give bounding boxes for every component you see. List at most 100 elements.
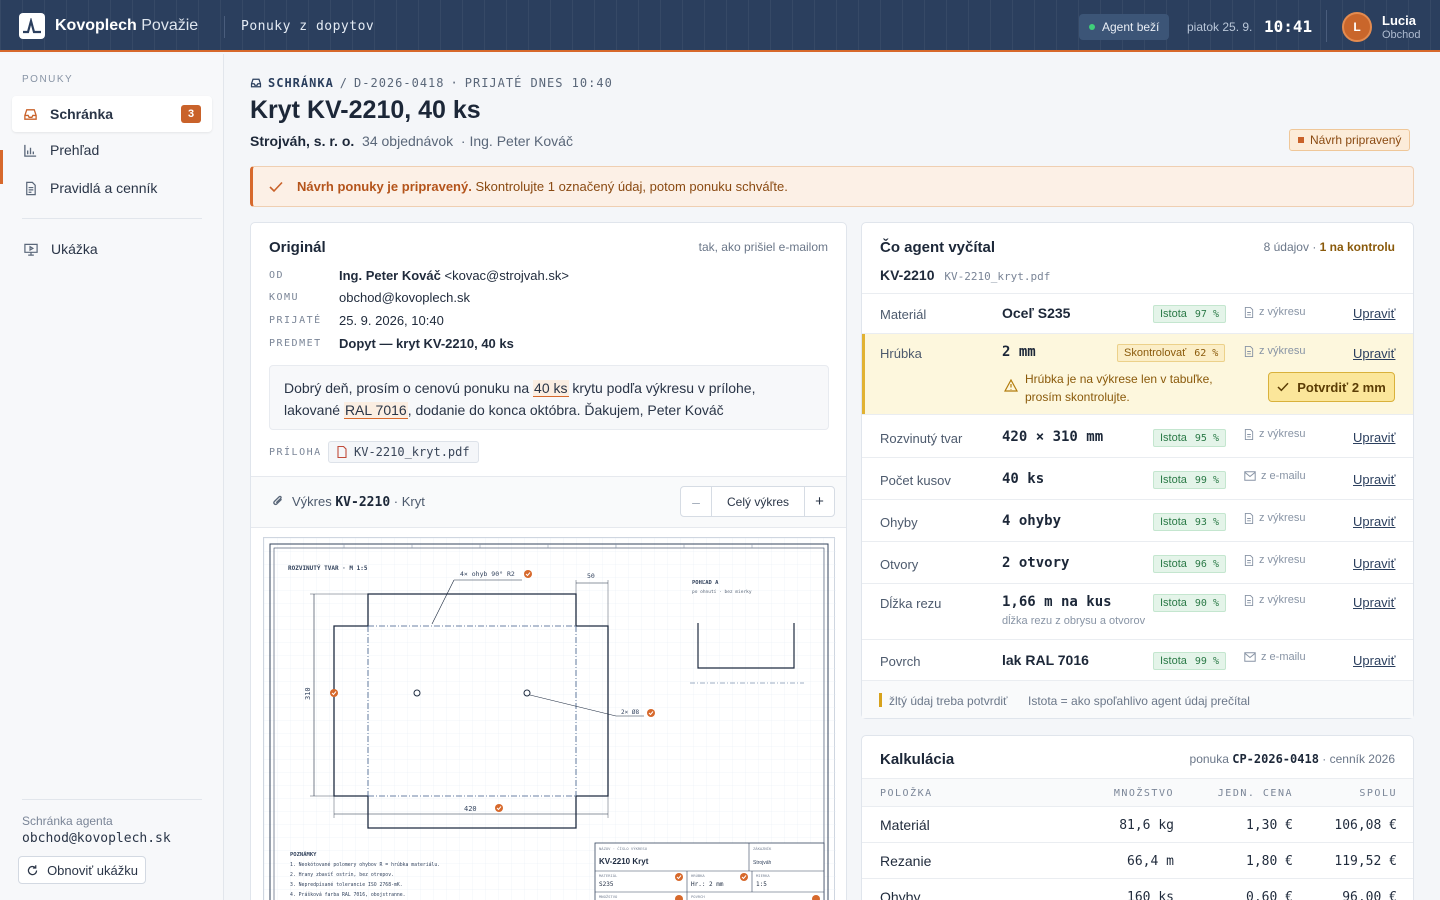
- dimension-flange: 50: [587, 572, 595, 580]
- highlight-quantity[interactable]: 40 ks: [533, 380, 569, 397]
- document-icon: [1244, 554, 1254, 566]
- field-row-bends: Ohyby 4 ohyby Istota 93 % z výkresu Uprav…: [862, 501, 1413, 541]
- warning-icon: [1004, 379, 1018, 392]
- breadcrumb-id: D-2026-0418: [354, 76, 445, 90]
- field-name: Materiál: [880, 307, 927, 322]
- bar-chart-icon: [24, 144, 37, 157]
- field-value: 2 mm: [1002, 344, 1036, 360]
- unread-count-badge: 3: [181, 105, 201, 123]
- field-value: 1,66 m na kus: [1002, 594, 1112, 610]
- field-source-label: z e-mailu: [1261, 470, 1306, 482]
- field-row-material: Materiál Oceľ S235 Istota 97 % z výkresu …: [862, 293, 1413, 333]
- original-title: Originál: [269, 239, 326, 256]
- reset-demo-label: Obnoviť ukážku: [47, 862, 138, 878]
- check-icon: [269, 181, 283, 192]
- confidence-value: 90 %: [1194, 597, 1219, 609]
- calc-pricelist: · cenník 2026: [1322, 752, 1395, 766]
- confidence-badge: Istota 97 %: [1153, 305, 1226, 323]
- zoom-out-button[interactable]: –: [681, 487, 712, 516]
- sidebar: PONUKY Schránka 3 Prehľad Pravidlá a cen…: [0, 54, 224, 900]
- sidebar-item-inbox[interactable]: Schránka 3: [12, 96, 212, 132]
- breadcrumb-dot: ·: [450, 76, 459, 90]
- agent-inbox-label: Schránka agenta: [22, 814, 113, 828]
- field-name: Rozvinutý tvar: [880, 431, 963, 446]
- calc-unit-price: 1,80 €: [1246, 854, 1293, 869]
- customer-contact: · Ing. Peter Kováč: [460, 133, 573, 149]
- from-label: OD: [269, 270, 285, 281]
- reset-demo-button[interactable]: Obnoviť ukážku: [18, 856, 146, 884]
- original-note: tak, ako prišiel e-mailom: [698, 240, 828, 254]
- pdf-file-icon: [337, 446, 347, 458]
- sidebar-item-overview[interactable]: Prehľad: [12, 132, 212, 168]
- edit-field-link[interactable]: Upraviť: [1353, 430, 1395, 445]
- drawing-code: KV-2210: [335, 495, 391, 510]
- calc-col-qty: MNOŽSTVO: [1113, 788, 1174, 799]
- breadcrumb-inbox[interactable]: SCHRÁNKA: [268, 76, 334, 90]
- confidence-badge: Istota 90 %: [1153, 594, 1226, 612]
- field-subnote: dĺžka rezu z obrysu a otvorov: [1002, 615, 1146, 627]
- edit-field-link[interactable]: Upraviť: [1353, 306, 1395, 321]
- edit-field-link[interactable]: Upraviť: [1353, 595, 1395, 610]
- field-source: z výkresu: [1244, 345, 1305, 357]
- calc-offer-prefix: ponuka: [1189, 752, 1229, 766]
- refresh-icon: [27, 864, 38, 875]
- confirm-thickness-button[interactable]: Potvrdiť 2 mm: [1268, 372, 1395, 402]
- field-name: Dĺžka rezu: [880, 596, 942, 611]
- extracted-summary: 8 údajov · 1 na kontrolu: [1264, 240, 1395, 254]
- extracted-flag-count: 1 na kontrolu: [1319, 240, 1395, 254]
- field-source: z e-mailu: [1244, 651, 1306, 663]
- paperclip-icon: [273, 495, 282, 506]
- field-row-surface: Povrch lak RAL 7016 Istota 99 % z e-mailu…: [862, 640, 1413, 680]
- mail-icon: [1244, 471, 1256, 481]
- edit-field-link[interactable]: Upraviť: [1353, 653, 1395, 668]
- zoom-controls: – Celý výkres +: [680, 486, 835, 517]
- brand-name: Kovoplech: [55, 17, 137, 34]
- customer-name[interactable]: Strojváh, s. r. o.: [250, 133, 354, 149]
- document-icon: [1244, 306, 1254, 318]
- tb-customer: Strojváh: [753, 860, 772, 866]
- field-source: z výkresu: [1244, 512, 1305, 524]
- field-source-label: z výkresu: [1259, 345, 1306, 357]
- edit-field-link[interactable]: Upraviť: [1353, 472, 1395, 487]
- from-email[interactable]: <kovac@strojvah.sk>: [445, 268, 569, 283]
- extracted-part: KV-2210 KV-2210_kryt.pdf: [880, 267, 1050, 283]
- confidence-label: Istota: [1160, 558, 1187, 570]
- tb-name: KV-2210 Kryt: [599, 857, 649, 866]
- zoom-fit-button[interactable]: Celý výkres: [712, 487, 805, 516]
- extracted-file[interactable]: KV-2210_kryt.pdf: [944, 270, 1050, 283]
- user-role: Obchod: [1382, 29, 1421, 41]
- highlight-color[interactable]: RAL 7016: [343, 402, 408, 419]
- monitor-icon: [24, 243, 38, 256]
- calc-unit-price: 1,30 €: [1246, 818, 1293, 833]
- attachment-chip[interactable]: KV-2210_kryt.pdf: [328, 441, 479, 463]
- confidence-badge: Istota 99 %: [1153, 471, 1226, 489]
- calc-offer: ponuka CP-2026-0418 · cenník 2026: [1190, 752, 1395, 766]
- field-value: 40 ks: [1002, 471, 1045, 487]
- agent-status-badge[interactable]: Agent beží: [1079, 14, 1170, 40]
- logo: [19, 13, 45, 39]
- email-body-text: , dodanie do konca októbra. Ďakujem, Pet…: [407, 402, 724, 418]
- confidence-badge: Istota 96 %: [1153, 555, 1226, 573]
- field-source: z výkresu: [1244, 554, 1305, 566]
- table-row: Materiál 81,6 kg 1,30 € 106,08 €: [862, 806, 1413, 842]
- technical-drawing[interactable]: ROZVINUTÝ TVAR · M 1:5 4× ohyb 90° R2 50: [263, 537, 836, 900]
- sidebar-item-rules[interactable]: Pravidlá a cenník: [12, 170, 212, 206]
- calc-item: Ohyby: [880, 889, 921, 900]
- tb-qty-label: MNOŽSTVO: [599, 894, 618, 899]
- status-badge-label: Návrh pripravený: [1310, 133, 1402, 147]
- sidebar-item-demo[interactable]: Ukážka: [12, 231, 212, 267]
- edit-field-link[interactable]: Upraviť: [1353, 346, 1395, 361]
- zoom-in-button[interactable]: +: [805, 487, 834, 516]
- confidence-label: Istota: [1160, 516, 1187, 528]
- document-icon: [1244, 345, 1254, 357]
- note-line: 2. Hrany zbaviť ostrín, bez otrepov.: [290, 871, 394, 878]
- avatar[interactable]: L: [1342, 12, 1372, 42]
- original-card: Originál tak, ako prišiel e-mailom OD In…: [250, 222, 847, 900]
- edit-field-link[interactable]: Upraviť: [1353, 514, 1395, 529]
- confidence-badge: Skontrolovať 62 %: [1117, 344, 1226, 362]
- edit-field-link[interactable]: Upraviť: [1353, 556, 1395, 571]
- field-row-quantity: Počet kusov 40 ks Istota 99 % z e-mailu U…: [862, 459, 1413, 499]
- side-view-title: POHĽAD A: [692, 580, 719, 586]
- note-line: 3. Nepredpísané tolerancie ISO 2768-mK.: [290, 881, 403, 888]
- legend-yellow-label: žltý údaj treba potvrdiť: [889, 694, 1008, 708]
